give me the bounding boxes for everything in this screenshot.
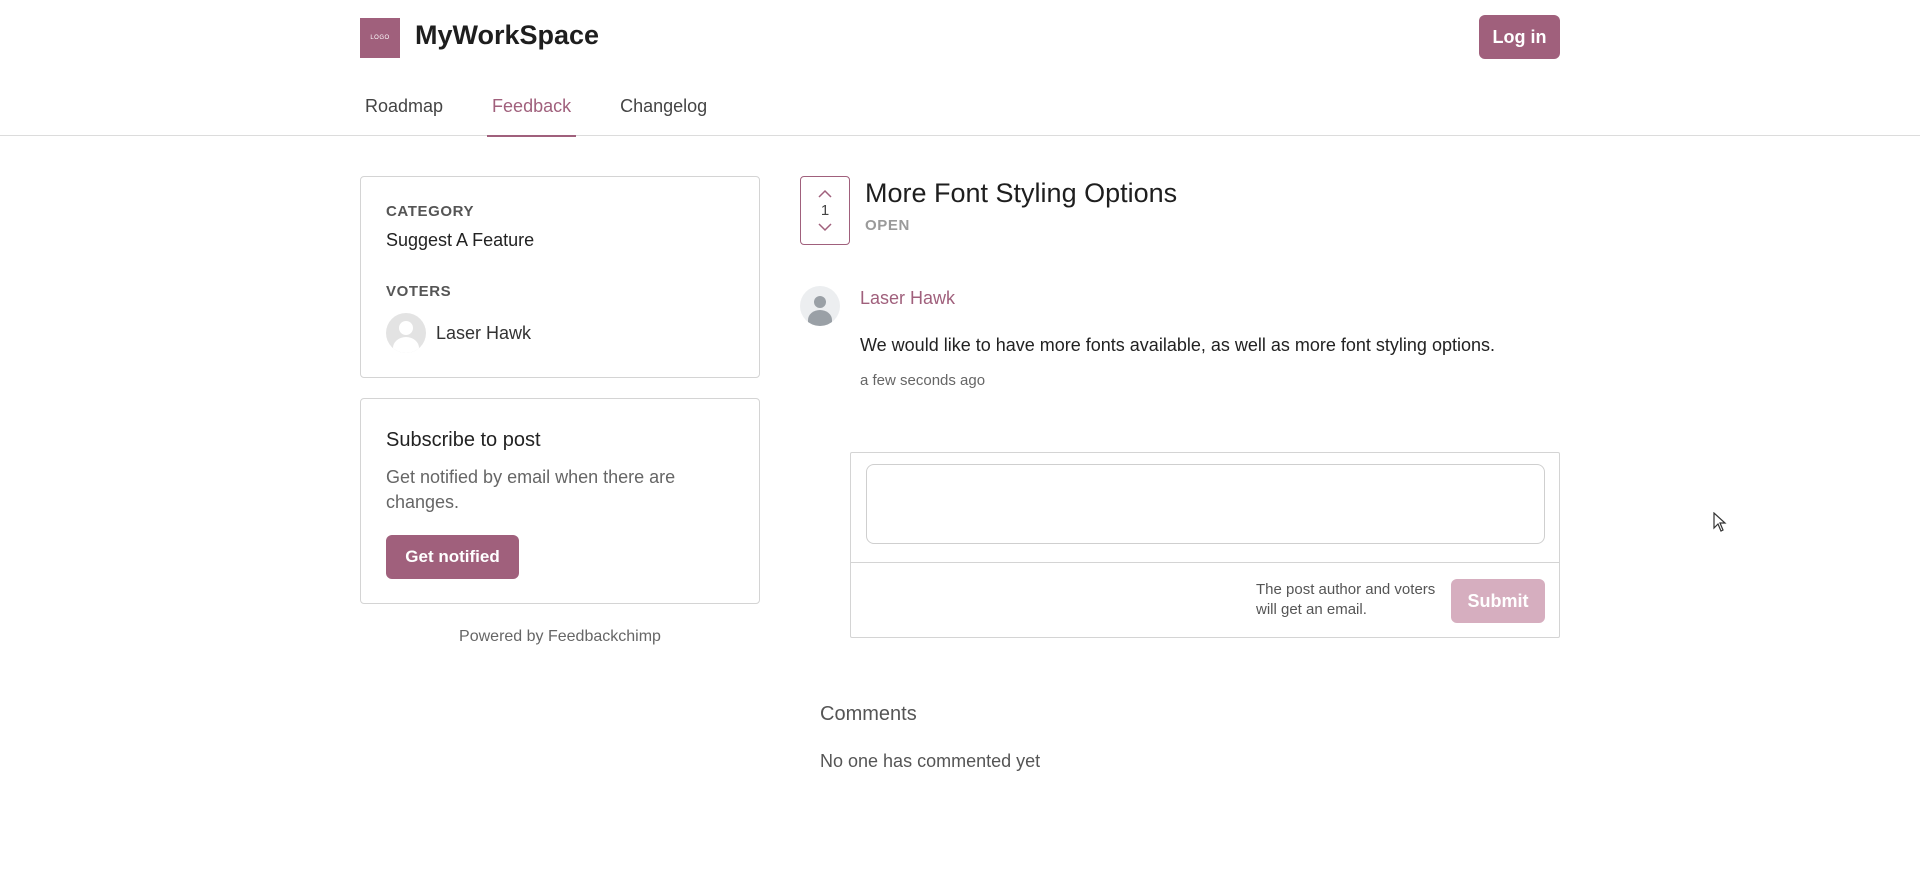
post-timestamp: a few seconds ago	[860, 372, 986, 389]
comments-empty-state: No one has commented yet	[820, 751, 1041, 771]
category-value: Suggest A Feature	[386, 230, 535, 250]
comments-heading: Comments	[820, 703, 917, 725]
downvote-button[interactable]	[818, 221, 832, 235]
subscribe-card: Subscribe to post Get notified by email …	[360, 398, 760, 604]
powered-by[interactable]: Powered by Feedbackchimp	[360, 628, 760, 646]
submit-button[interactable]: Submit	[1451, 579, 1545, 623]
brand-name[interactable]: MyWorkSpace	[415, 20, 599, 51]
author-avatar	[800, 286, 840, 326]
get-notified-button[interactable]: Get notified	[386, 535, 519, 579]
divider	[851, 562, 1559, 563]
post-body: We would like to have more fonts availab…	[860, 335, 1495, 355]
tab-roadmap[interactable]: Roadmap	[360, 82, 448, 136]
vote-count: 1	[820, 201, 830, 219]
author-name[interactable]: Laser Hawk	[860, 288, 955, 309]
vote-widget: 1	[800, 176, 850, 245]
status-badge: OPEN	[865, 217, 910, 234]
mouse-cursor-icon	[1713, 512, 1727, 532]
subscribe-description: Get notified by email when there are cha…	[386, 467, 676, 512]
post-info-card: CATEGORY Suggest A Feature VOTERS Laser …	[360, 176, 760, 378]
site-header: LOGO MyWorkSpace Log in Roadmap Feedback…	[0, 0, 1920, 137]
subscribe-title: Subscribe to post	[386, 429, 541, 451]
post-title: More Font Styling Options	[865, 178, 1178, 208]
tab-changelog[interactable]: Changelog	[615, 82, 712, 136]
voter-avatar	[386, 313, 426, 353]
chevron-down-icon	[818, 223, 832, 232]
logo[interactable]: LOGO	[360, 18, 400, 58]
comment-input[interactable]	[866, 464, 1545, 544]
category-label: CATEGORY	[386, 203, 475, 220]
login-button[interactable]: Log in	[1479, 15, 1560, 59]
comment-hint: The post author and voters will get an e…	[1256, 581, 1436, 618]
voter-name: Laser Hawk	[436, 322, 532, 343]
upvote-button[interactable]	[818, 187, 832, 201]
comment-form: The post author and voters will get an e…	[850, 452, 1560, 638]
main-nav: Roadmap Feedback Changelog	[360, 82, 751, 137]
chevron-up-icon	[818, 189, 832, 198]
voter-item: Laser Hawk	[386, 313, 531, 353]
voters-label: VOTERS	[386, 283, 452, 300]
logo-text: LOGO	[370, 35, 390, 41]
tab-feedback[interactable]: Feedback	[487, 82, 577, 137]
